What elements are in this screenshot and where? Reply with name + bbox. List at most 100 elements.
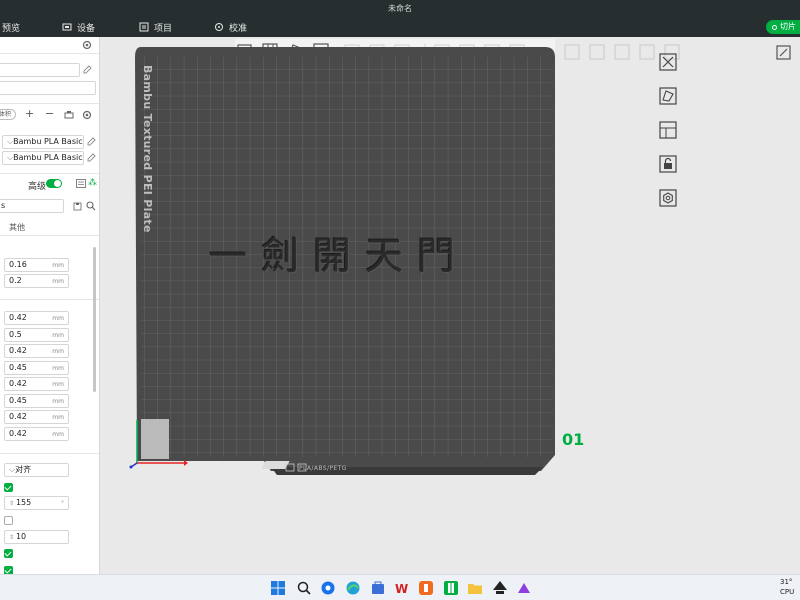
axis-gizmo bbox=[129, 420, 188, 469]
inkscape-icon[interactable] bbox=[492, 580, 508, 596]
menu-device-label: 设备 bbox=[77, 23, 96, 34]
line-width-value: 0.42 bbox=[9, 429, 27, 438]
printer-select[interactable] bbox=[0, 63, 80, 77]
3d-viewport[interactable]: Bambu Textured PEI Plate 一劍開天門 PLA/ABS/P… bbox=[101, 37, 800, 574]
search-icon[interactable] bbox=[296, 580, 312, 596]
line-width-value: 0.45 bbox=[9, 363, 27, 372]
unit-label: mm bbox=[52, 262, 64, 269]
save-icon[interactable] bbox=[73, 202, 82, 211]
option-checkbox-2[interactable] bbox=[4, 516, 13, 525]
plate-number[interactable]: 01 bbox=[562, 430, 584, 449]
line-width-input-2[interactable]: 0.5 mm bbox=[4, 328, 69, 342]
file-explorer-icon[interactable] bbox=[467, 580, 483, 596]
arrange-plate-button[interactable] bbox=[655, 117, 680, 142]
printer-sync-icon[interactable] bbox=[64, 110, 74, 119]
line-width-value: 0.42 bbox=[9, 346, 27, 355]
line-width-input-8[interactable]: 0.42 mm bbox=[4, 427, 69, 441]
store-icon[interactable] bbox=[370, 580, 386, 596]
remove-plate-button[interactable] bbox=[655, 49, 680, 74]
browser-icon[interactable] bbox=[320, 580, 336, 596]
assembly-view-icon[interactable] bbox=[774, 43, 794, 63]
option-checkbox-4[interactable] bbox=[4, 566, 13, 574]
window-title-bar: 未命名 bbox=[0, 0, 800, 17]
bambu-studio-icon[interactable] bbox=[443, 580, 459, 596]
edge-icon[interactable] bbox=[345, 580, 361, 596]
filament-slot-1[interactable]: ⌵Bambu PLA Basic bbox=[2, 135, 84, 149]
stepper-value: 10 bbox=[15, 532, 27, 541]
line-width-input-4[interactable]: 0.45 mm bbox=[4, 361, 69, 375]
device-icon bbox=[62, 22, 72, 32]
system-clock[interactable]: 31° CPU bbox=[780, 577, 800, 597]
list-icon[interactable] bbox=[76, 179, 86, 188]
project-icon bbox=[139, 22, 149, 32]
left-sidebar: 体积 + − ⌵Bambu PLA Basic ⌵Bambu PLA Basic… bbox=[0, 37, 100, 574]
edit-filament-2-icon[interactable] bbox=[87, 153, 96, 162]
value-155-stepper[interactable]: ⇕ 155 ° bbox=[4, 496, 69, 510]
initial-layer-height-value: 0.2 bbox=[9, 276, 22, 285]
lock-plate-button[interactable] bbox=[655, 151, 680, 176]
menu-calibrate-label: 校准 bbox=[229, 23, 248, 34]
edit-filament-1-icon[interactable] bbox=[87, 137, 96, 146]
tab-other[interactable]: 其他 bbox=[9, 222, 25, 233]
plate-filament-text: PLA/ABS/PETG bbox=[299, 465, 347, 472]
unit-label: mm bbox=[52, 431, 64, 438]
unit-label: mm bbox=[52, 315, 64, 322]
line-width-input-7[interactable]: 0.42 mm bbox=[4, 410, 69, 424]
lock-icon bbox=[658, 154, 677, 173]
plate-side-toolbar bbox=[655, 49, 683, 219]
orient-icon bbox=[658, 86, 677, 105]
model-text-object[interactable]: 一劍開天門 bbox=[209, 225, 469, 280]
option-checkbox-3[interactable] bbox=[4, 549, 13, 558]
option-checkbox-1[interactable] bbox=[4, 483, 13, 492]
app-orange-icon[interactable] bbox=[418, 580, 434, 596]
menu-preview[interactable]: 预览 bbox=[2, 17, 20, 37]
align-select[interactable]: ⌵对齐 bbox=[4, 463, 69, 477]
line-width-input-5[interactable]: 0.42 mm bbox=[4, 377, 69, 391]
gear-icon[interactable] bbox=[82, 40, 92, 50]
svg-text:W: W bbox=[395, 582, 408, 596]
line-width-input-6[interactable]: 0.45 mm bbox=[4, 394, 69, 408]
menu-project[interactable]: 项目 bbox=[139, 17, 172, 37]
clock-bottom-text: CPU bbox=[780, 588, 795, 596]
initial-layer-height-input[interactable]: 0.2 mm bbox=[4, 274, 69, 288]
unit-label: mm bbox=[52, 414, 64, 421]
value-10-stepper[interactable]: ⇕ 10 bbox=[4, 530, 69, 544]
wps-icon[interactable]: W bbox=[394, 580, 410, 596]
auto-orient-plate-button[interactable] bbox=[655, 83, 680, 108]
settings-search-input[interactable]: s bbox=[0, 199, 64, 213]
unit-label: mm bbox=[52, 398, 64, 405]
plate-bar-indicator bbox=[261, 461, 290, 469]
close-icon bbox=[658, 52, 677, 71]
menu-calibrate[interactable]: 校准 bbox=[214, 17, 247, 37]
slice-button[interactable]: 切片 bbox=[766, 20, 800, 34]
layer-height-value: 0.16 bbox=[9, 260, 27, 269]
search-input-value: s bbox=[1, 201, 6, 210]
unit-label: mm bbox=[52, 332, 64, 339]
app-purple-icon[interactable] bbox=[516, 580, 532, 596]
unit-label: mm bbox=[52, 348, 64, 355]
calibrate-icon bbox=[214, 22, 224, 32]
filament-1-label: Bambu PLA Basic bbox=[13, 137, 83, 146]
line-width-input-1[interactable]: 0.42 mm bbox=[4, 311, 69, 325]
line-width-input-3[interactable]: 0.42 mm bbox=[4, 344, 69, 358]
add-filament-icon[interactable]: + bbox=[25, 107, 34, 120]
layer-height-input[interactable]: 0.16 mm bbox=[4, 258, 69, 272]
filament-slot-2[interactable]: ⌵Bambu PLA Basic bbox=[2, 151, 84, 165]
volume-tag[interactable]: 体积 bbox=[0, 109, 16, 120]
plate-settings-button[interactable] bbox=[655, 185, 680, 210]
plate-type-select[interactable] bbox=[0, 81, 96, 95]
filament-settings-icon[interactable] bbox=[82, 110, 92, 120]
clock-top-text: 31° bbox=[780, 578, 793, 586]
edit-icon[interactable] bbox=[83, 65, 92, 74]
menu-device[interactable]: 设备 bbox=[62, 17, 95, 37]
remove-filament-icon[interactable]: − bbox=[45, 107, 54, 120]
plate-settings-icon[interactable]: ⁂ bbox=[88, 178, 97, 188]
stepper-degree-unit: ° bbox=[61, 500, 64, 507]
window-title: 未命名 bbox=[388, 4, 412, 13]
line-width-value: 0.5 bbox=[9, 330, 22, 339]
sidebar-scrollbar[interactable] bbox=[93, 247, 96, 392]
search-icon[interactable] bbox=[86, 201, 96, 211]
slice-button-label: 切片 bbox=[780, 22, 796, 31]
advanced-toggle[interactable] bbox=[46, 179, 62, 188]
windows-start-icon[interactable] bbox=[270, 580, 286, 596]
